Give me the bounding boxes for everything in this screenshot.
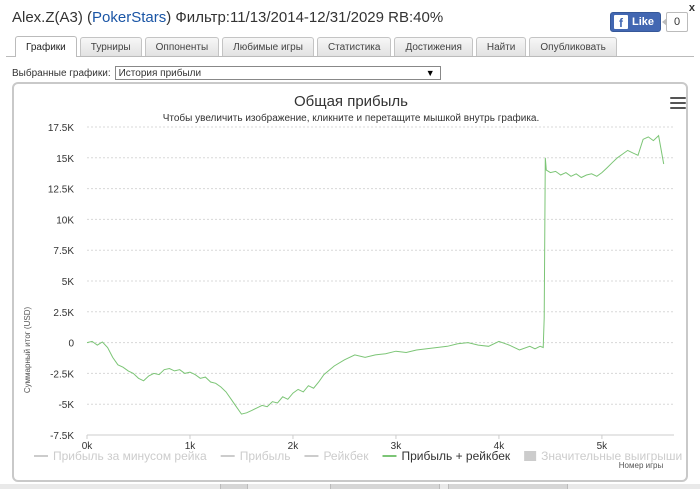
legend-item[interactable]: Рейкбек	[304, 449, 369, 463]
dropdown-arrow-icon: ▼	[425, 68, 435, 78]
y-tick-label: 10K	[56, 215, 74, 226]
legend-label: Значительные выигрыши	[541, 449, 682, 463]
graph-select-value: История прибыли	[118, 67, 202, 79]
profit-chart[interactable]: Общая прибыль Чтобы увеличить изображени…	[14, 84, 688, 482]
filter-info: Фильтр:11/13/2014-12/31/2029 RB:40%	[175, 9, 444, 26]
chart-subtitle: Чтобы увеличить изображение, кликните и …	[163, 112, 540, 124]
tab-search[interactable]: Найти	[475, 37, 527, 56]
tab-statistics[interactable]: Статистика	[316, 37, 392, 56]
bottom-strip	[0, 484, 700, 489]
tab-achievements[interactable]: Достижения	[394, 37, 473, 56]
tab-favorite-games[interactable]: Любимые игры	[222, 37, 314, 56]
like-count: 0	[662, 12, 689, 32]
legend-item[interactable]: Прибыль	[220, 449, 291, 463]
bottom-strip-block	[330, 484, 440, 489]
close-icon[interactable]: x	[689, 2, 695, 14]
facebook-icon: f	[614, 15, 628, 29]
legend-item[interactable]: Прибыль за минусом рейка	[34, 449, 207, 463]
graph-select-row: Выбранные графики: История прибыли ▼	[12, 66, 441, 80]
legend-label: Прибыль	[240, 449, 291, 463]
facebook-like-widget: f Like 0	[610, 12, 689, 32]
chart-panel[interactable]: Общая прибыль Чтобы увеличить изображени…	[12, 82, 688, 482]
y-axis-label: Суммарный итог (USD)	[23, 307, 32, 394]
y-tick-label: -2.5K	[50, 369, 74, 380]
graph-select[interactable]: История прибыли ▼	[114, 66, 441, 80]
chart-title: Общая прибыль	[294, 93, 408, 110]
y-tick-label: 17.5K	[48, 123, 74, 134]
legend-label: Прибыль + рейкбек	[401, 449, 510, 463]
legend-item[interactable]: Значительные выигрыши	[524, 449, 682, 463]
like-label: Like	[632, 16, 655, 28]
bottom-strip-block	[448, 484, 568, 489]
y-tick-label: 2.5K	[53, 308, 74, 319]
y-tick-label: -5K	[58, 400, 74, 411]
tab-publish[interactable]: Опубликовать	[529, 37, 617, 56]
facebook-like-button[interactable]: f Like	[610, 12, 662, 32]
legend-label: Прибыль за минусом рейка	[53, 449, 207, 463]
tab-bar: Графики Турниры Оппоненты Любимые игры С…	[6, 36, 694, 57]
graph-select-label: Выбранные графики:	[12, 67, 111, 79]
x-tick-label: 3k	[391, 441, 403, 452]
series-line-profit-plus-rakeback[interactable]	[86, 134, 665, 415]
tab-opponents[interactable]: Оппоненты	[144, 37, 220, 56]
window-title: Alex.Z(A3) (PokerStars) Фильтр:11/13/201…	[12, 9, 444, 26]
y-tick-label: 0	[68, 339, 74, 350]
legend-square-icon	[524, 451, 537, 461]
y-tick-label: 15K	[56, 154, 74, 165]
y-tick-label: -7.5K	[50, 431, 74, 442]
bottom-strip-block	[220, 484, 248, 489]
y-tick-label: 7.5K	[53, 246, 74, 257]
legend-label: Рейкбек	[323, 449, 369, 463]
tab-graphs[interactable]: Графики	[15, 36, 77, 57]
y-tick-label: 12.5K	[48, 185, 74, 196]
window-header: Alex.Z(A3) (PokerStars) Фильтр:11/13/201…	[0, 0, 700, 36]
player-name: Alex.Z(A3)	[12, 9, 83, 26]
chart-menu-icon[interactable]	[670, 97, 686, 109]
legend-item[interactable]: Прибыль + рейкбек	[382, 449, 511, 463]
y-tick-label: 5K	[62, 277, 75, 288]
tab-tournaments[interactable]: Турниры	[79, 37, 142, 56]
site-link[interactable]: PokerStars	[92, 9, 166, 26]
